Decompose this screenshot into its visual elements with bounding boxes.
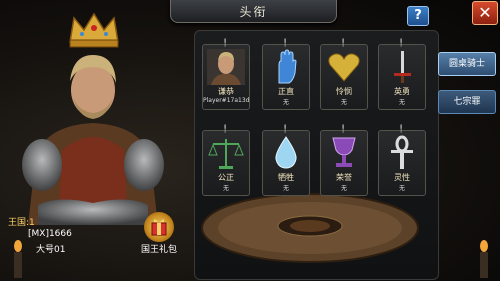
card-owner: Player#17a13d6eb <box>203 97 249 104</box>
chalice-icon <box>332 137 356 167</box>
gift-icon <box>144 212 174 242</box>
sword-icon <box>394 51 411 83</box>
title-card-compassion[interactable]: ╿ 怜悯 无 <box>320 39 368 110</box>
knight-portrait-icon <box>207 49 245 85</box>
title-bar: 头衔 <box>170 0 337 23</box>
title-card-justice[interactable]: ╿ 公正 无 <box>202 125 250 196</box>
golden-heart-icon <box>328 53 360 82</box>
card-owner: 无 <box>398 185 405 192</box>
pin-icon: ╿ <box>399 39 404 47</box>
gift-label: 国王礼包 <box>140 245 177 255</box>
title-card-sacrifice[interactable]: ╿ 牺牲 无 <box>262 125 310 196</box>
title-card-honesty[interactable]: ╿ 正直 无 <box>262 39 310 110</box>
pin-icon: ╿ <box>341 39 346 47</box>
card-name: 荣誉 <box>336 173 352 182</box>
game-screen: 头衔 ? ✕ 王国:1 [MX]1666 大号01 国王礼包 ╿ 谦恭 Play… <box>0 0 500 281</box>
crown-icon <box>69 12 119 48</box>
card-owner: 无 <box>340 185 347 192</box>
help-button[interactable]: ? <box>407 6 429 26</box>
blue-hand-icon <box>278 49 297 84</box>
scales-icon <box>208 139 244 169</box>
title-card-spirituality[interactable]: ╿ 灵性 无 <box>378 125 426 196</box>
tab-round-table-knights[interactable]: 圆桌骑士 <box>438 52 496 76</box>
king-gift-pack-button[interactable]: 国王礼包 <box>136 212 182 260</box>
title-card-honor[interactable]: ╿ 荣誉 无 <box>320 125 368 196</box>
card-name: 牺牲 <box>278 173 294 182</box>
pin-icon: ╿ <box>223 39 228 47</box>
title-card-valor[interactable]: ╿ 英勇 无 <box>378 39 426 110</box>
pin-icon: ╿ <box>283 39 288 47</box>
card-name: 公正 <box>218 173 234 182</box>
king-portrait <box>22 55 164 225</box>
card-name: 谦恭 <box>218 87 234 96</box>
water-drop-icon <box>275 136 297 169</box>
tab-seven-deadly-sins[interactable]: 七宗罪 <box>438 90 496 114</box>
page-title: 头衔 <box>239 5 268 19</box>
card-name: 灵性 <box>394 173 410 182</box>
card-owner: 无 <box>340 99 347 106</box>
card-owner: 无 <box>222 185 229 192</box>
card-owner: 无 <box>398 99 405 106</box>
ankh-icon <box>391 135 413 169</box>
card-name: 英勇 <box>394 87 410 96</box>
guild-name: [MX]1666 <box>28 229 72 239</box>
round-table-icon <box>201 193 419 263</box>
card-owner: 无 <box>282 99 289 106</box>
player-name: 大号01 <box>36 245 66 255</box>
pin-icon: ╿ <box>399 125 404 133</box>
hero-info: 王国:1 [MX]1666 大号01 <box>8 215 138 261</box>
close-button[interactable]: ✕ <box>472 1 498 25</box>
lamp-right-icon <box>480 240 488 278</box>
card-name: 怜悯 <box>336 87 352 96</box>
pin-icon: ╿ <box>223 125 228 133</box>
title-card-courtesy[interactable]: ╿ 谦恭 Player#17a13d6eb <box>202 39 250 110</box>
card-name: 正直 <box>278 87 294 96</box>
pin-icon: ╿ <box>283 125 288 133</box>
pin-icon: ╿ <box>341 125 346 133</box>
kingdom-label: 王国:1 <box>8 218 35 228</box>
card-owner: 无 <box>282 185 289 192</box>
